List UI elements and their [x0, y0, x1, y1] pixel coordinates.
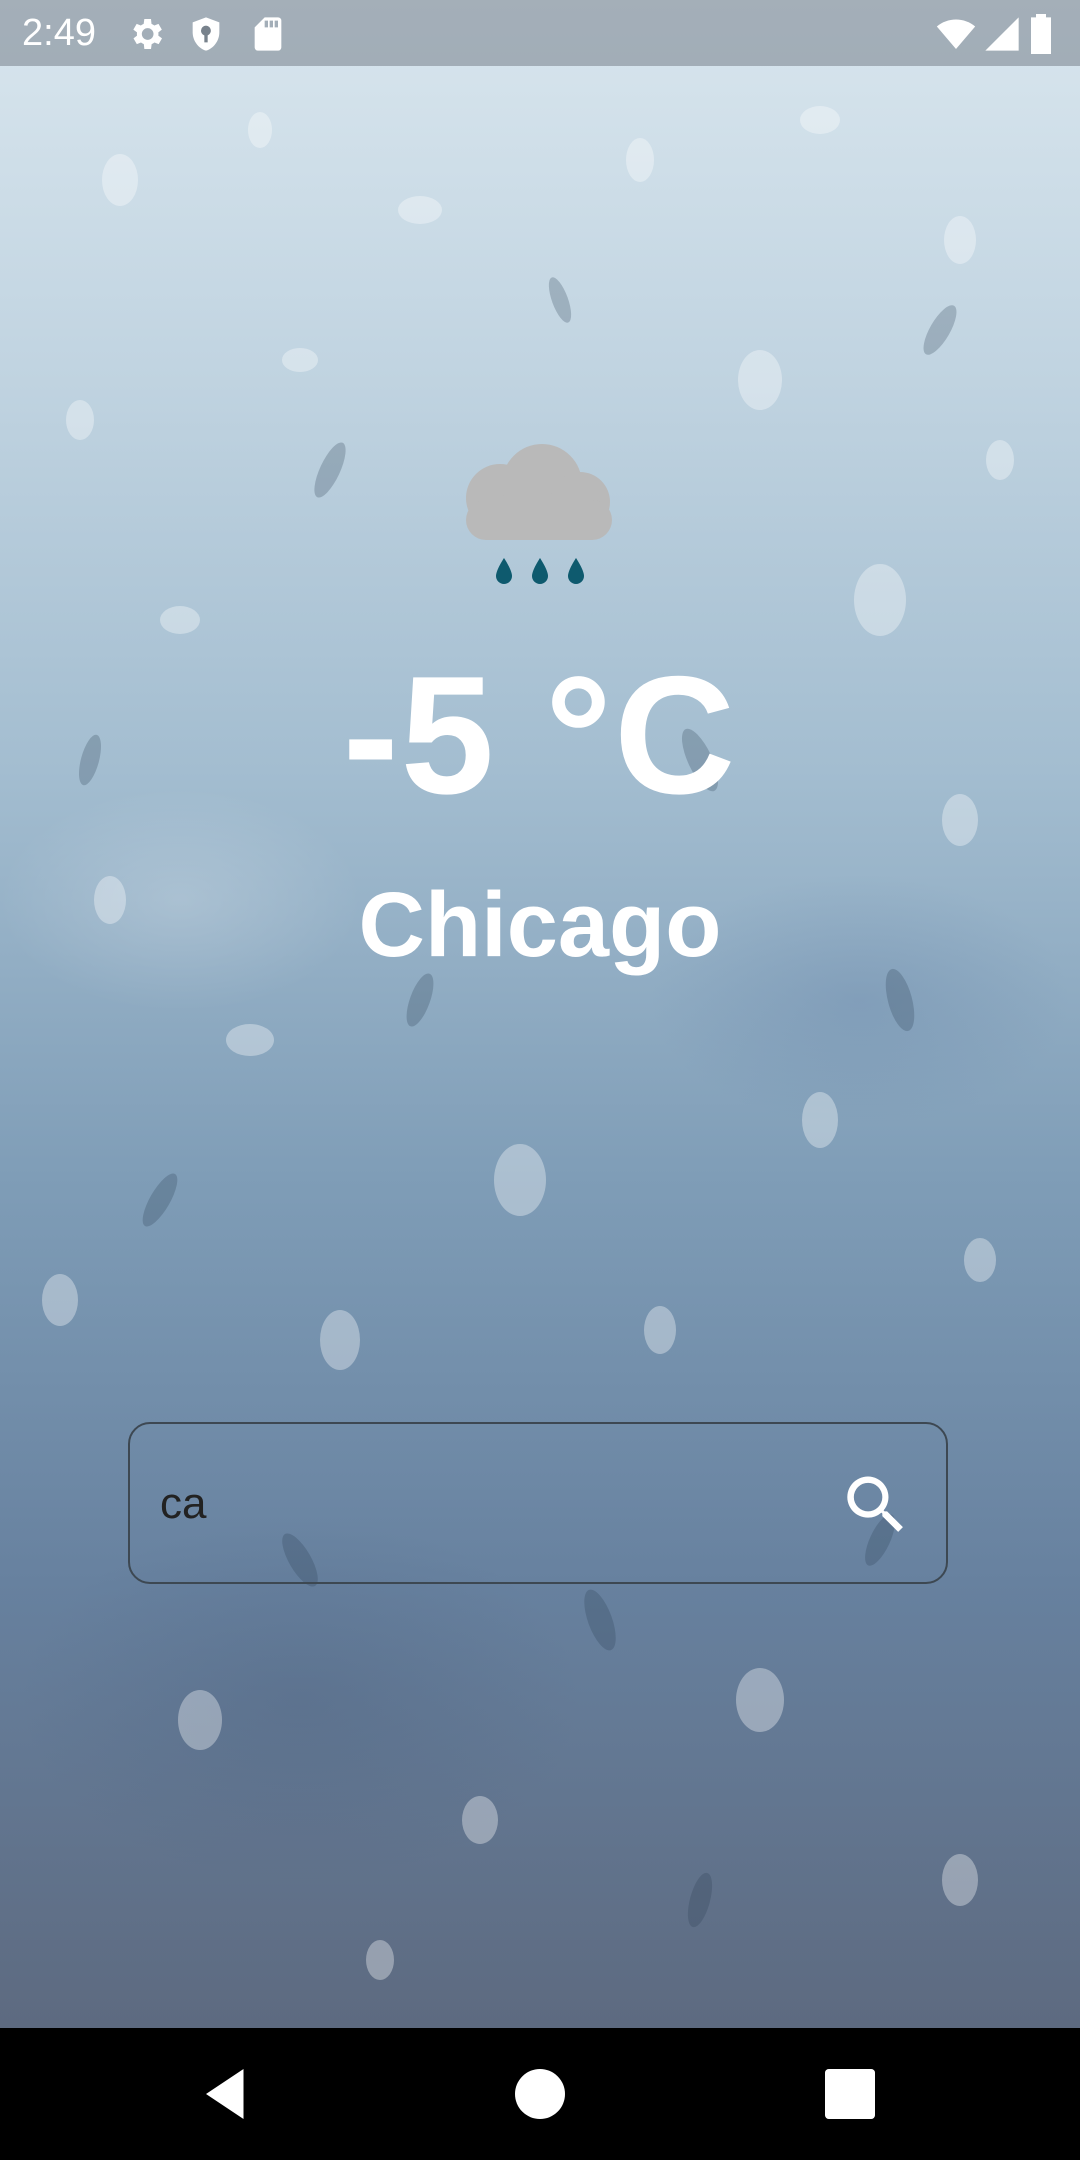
city-name: Chicago — [358, 874, 722, 976]
status-time: 2:49 — [22, 12, 96, 54]
back-icon[interactable] — [196, 2064, 256, 2124]
wifi-icon — [936, 19, 976, 49]
city-search-field — [128, 1422, 948, 1584]
raindrop-texture — [42, 106, 1014, 1980]
navigation-bar — [0, 2028, 1080, 2160]
recents-icon[interactable] — [820, 2064, 880, 2124]
status-bar: 2:49 — [0, 0, 1080, 66]
temperature-reading: -5 °C — [342, 641, 738, 829]
sd-card-icon — [254, 17, 282, 51]
cellular-signal-icon — [985, 17, 1019, 51]
weather-screen: 2:49 -5 °C Chicago ca — [0, 0, 1080, 2160]
search-icon[interactable] — [838, 1467, 914, 1543]
cloud-rain-icon — [466, 444, 612, 584]
home-icon[interactable] — [510, 2064, 570, 2124]
city-search-input[interactable] — [160, 1464, 800, 1544]
battery-icon — [1031, 14, 1051, 54]
shield-icon — [192, 17, 220, 51]
gear-icon — [133, 19, 162, 49]
